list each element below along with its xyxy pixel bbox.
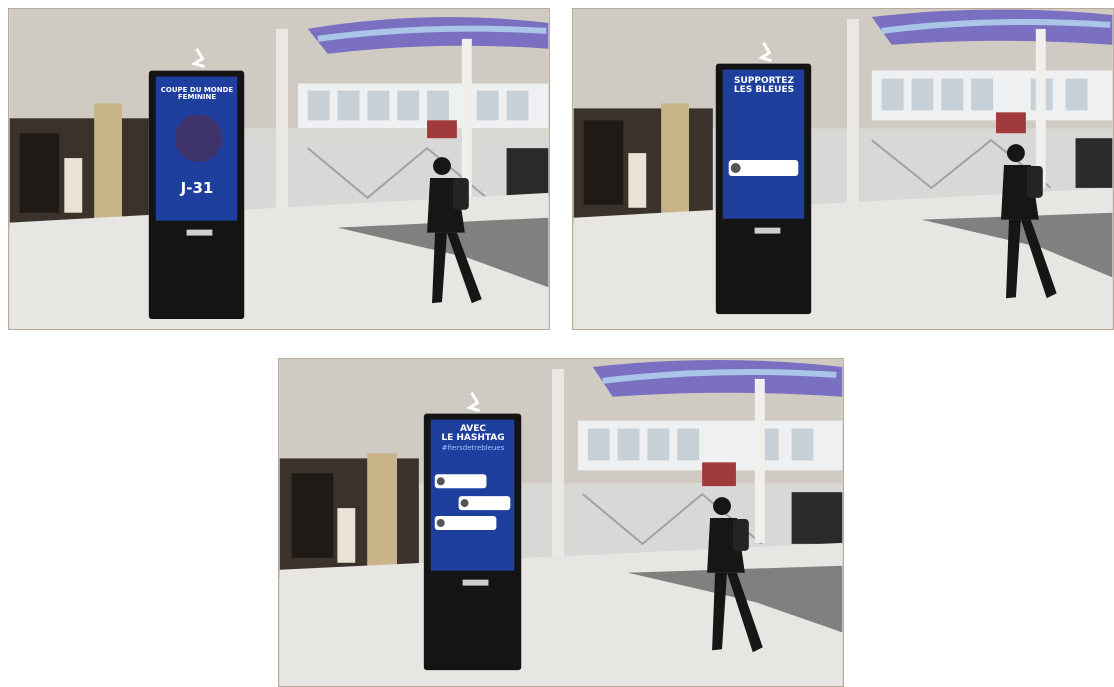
hashtag-text: #fiersdetrebleues: [441, 443, 505, 452]
kiosk-screen-headline: COUPE DU MONDE FEMININE: [159, 86, 235, 102]
mall-scene-3: [279, 359, 843, 686]
kiosk-screen-countdown: J-31: [180, 179, 214, 197]
headline-line-2: FEMININE: [177, 93, 217, 102]
photo-panel-1: COUPE DU MONDE FEMININE J-31: [8, 8, 550, 330]
mall-scene-1: [9, 9, 549, 329]
headline-line-2: LES BLEUES: [733, 85, 795, 96]
kiosk-screen-headline: AVEC LE HASHTAG #fiersdetrebleues: [433, 424, 513, 452]
headline-line-2: LE HASHTAG: [441, 433, 505, 444]
photo-panel-3: AVEC LE HASHTAG #fiersdetrebleues: [278, 358, 844, 687]
mall-scene-2: [573, 9, 1113, 329]
photo-panel-2: SUPPORTEZ LES BLEUES: [572, 8, 1114, 330]
kiosk-screen-headline: SUPPORTEZ LES BLEUES: [725, 76, 803, 96]
